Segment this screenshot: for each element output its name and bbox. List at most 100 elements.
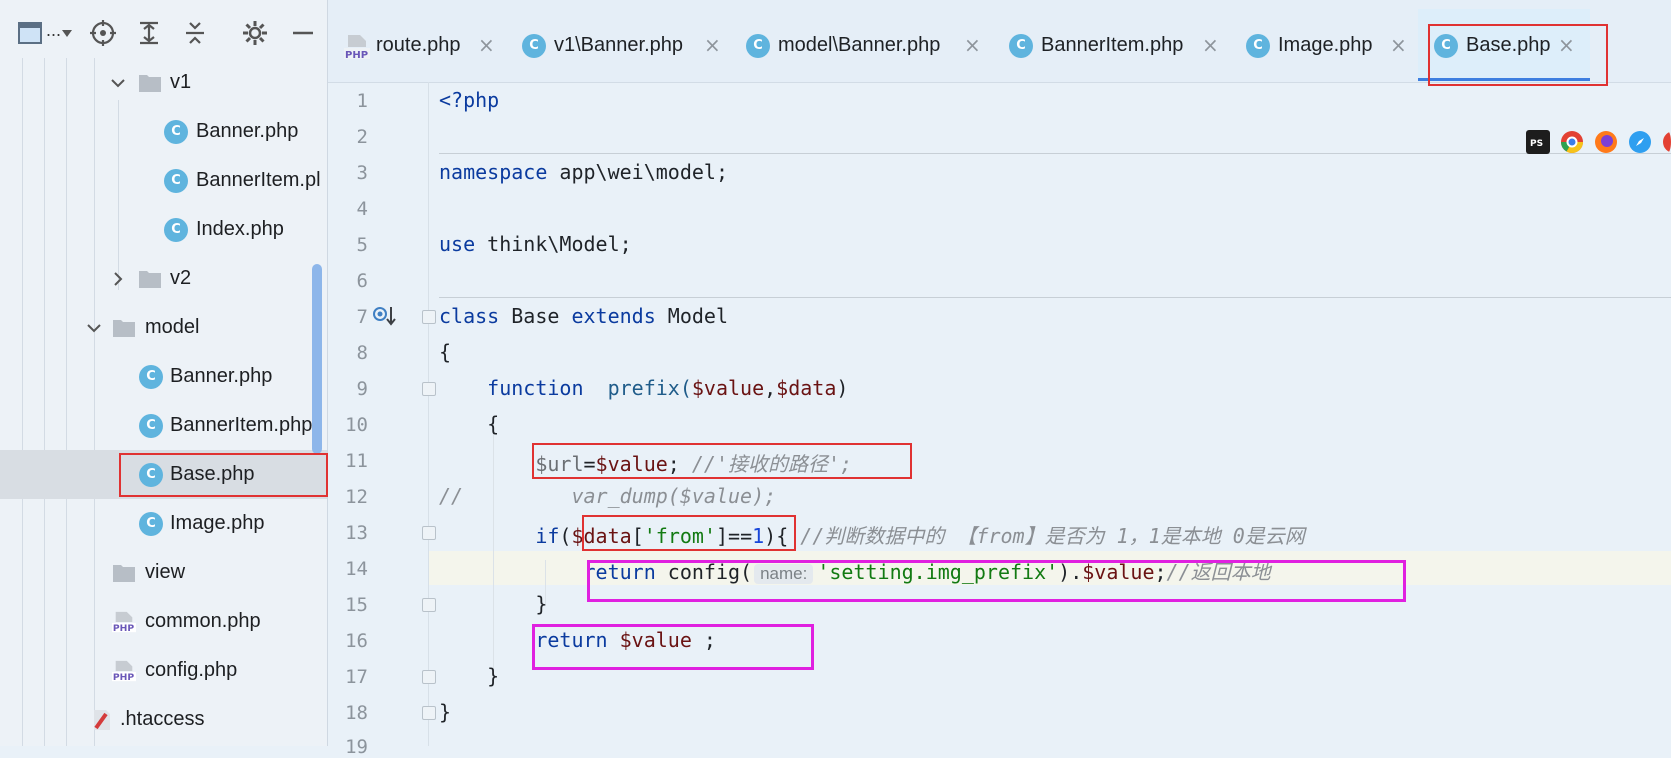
line-number: 19 <box>345 736 368 758</box>
code-line-10[interactable]: { <box>439 412 499 436</box>
tree-file-banner-model[interactable]: Banner.php <box>0 352 327 401</box>
php-class-icon <box>164 120 188 144</box>
parent-class: Model <box>655 304 729 328</box>
close-icon[interactable]: × <box>478 33 495 57</box>
fold-marker[interactable] <box>422 382 436 396</box>
code-line-15[interactable]: } <box>439 592 547 616</box>
php-class-icon <box>139 414 163 438</box>
chevron-right-icon[interactable] <box>110 271 126 287</box>
folder-icon <box>113 565 135 582</box>
folder-icon <box>139 271 161 288</box>
tree-folder-view[interactable]: view <box>0 548 327 597</box>
line-number: 5 <box>356 234 368 256</box>
project-view-label: ... <box>46 20 62 40</box>
close-icon[interactable]: × <box>1202 33 1219 57</box>
tree-file-banneritem-v1[interactable]: BannerItem.pl <box>0 156 327 205</box>
tree-scrollbar[interactable] <box>312 264 322 454</box>
locate-icon[interactable] <box>88 18 118 48</box>
code-line-18[interactable]: } <box>439 700 451 724</box>
minimize-icon[interactable] <box>288 18 318 48</box>
tree-file-banner-v1[interactable]: Banner.php <box>0 107 327 156</box>
firefox-icon[interactable] <box>1594 130 1618 154</box>
tree-item-label: Banner.php <box>170 365 273 387</box>
code-line-13[interactable]: if($data['from']==1){ //判断数据中的 【from】是否为… <box>439 520 1305 549</box>
code-line-17[interactable]: } <box>439 664 499 688</box>
fold-marker[interactable] <box>422 310 436 324</box>
fold-marker[interactable] <box>422 526 436 540</box>
tree-file-htaccess[interactable]: .htaccess <box>0 695 327 744</box>
fold-marker[interactable] <box>422 706 436 720</box>
class-name: Base <box>499 304 572 328</box>
line-number: 4 <box>356 198 368 220</box>
paren: ) <box>836 376 849 400</box>
tree-file-banneritem-model[interactable]: BannerItem.php <box>0 401 327 450</box>
param: $value <box>691 376 765 400</box>
code-line-7[interactable]: class Base extends Model <box>439 304 728 328</box>
method-separator <box>439 297 1671 298</box>
code-line-12[interactable]: // var_dump($value); <box>439 484 776 508</box>
tab-banneritem-php[interactable]: BannerItem.php × <box>1009 20 1219 72</box>
php-badge: PHP <box>113 672 134 683</box>
phpstorm-icon[interactable]: PS <box>1526 130 1550 154</box>
namespace-path: app\wei\model; <box>547 160 728 184</box>
line-number: 13 <box>345 522 368 544</box>
php-file-icon: PHP <box>112 611 136 634</box>
tab-image-php[interactable]: Image.php × <box>1246 20 1411 72</box>
tree-file-common[interactable]: PHP common.php <box>0 597 327 646</box>
tree-item-label: model <box>145 316 200 338</box>
tab-label: Image.php <box>1278 34 1373 56</box>
tab-label: BannerItem.php <box>1041 34 1184 56</box>
tab-model-banner-php[interactable]: model\Banner.php × <box>746 20 986 72</box>
code-line-1[interactable]: <?php <box>439 88 499 112</box>
tree-file-config[interactable]: PHP config.php <box>0 646 327 695</box>
gutter-separator <box>428 82 429 746</box>
php-class-icon <box>746 34 770 58</box>
tree-folder-v1[interactable]: v1 <box>0 58 327 107</box>
tree-file-image[interactable]: Image.php <box>0 499 327 548</box>
project-view-selector[interactable]: ... <box>16 18 72 48</box>
comment: //判断数据中的 【from】是否为 1，1是本地 0是云网 <box>800 524 1305 548</box>
code-line-9[interactable]: function prefix($value,$data) <box>439 376 848 400</box>
line-number: 3 <box>356 162 368 184</box>
tree-item-label: .htaccess <box>120 708 205 730</box>
chevron-down-icon[interactable] <box>110 75 126 91</box>
tree-folder-model[interactable]: model <box>0 303 327 352</box>
comma: , <box>764 376 777 400</box>
code-line-5[interactable]: use think\Model; <box>439 232 632 256</box>
close-icon[interactable]: × <box>964 33 981 57</box>
tab-v1-banner-php[interactable]: v1\Banner.php × <box>522 20 722 72</box>
tree-item-label: Banner.php <box>196 120 299 142</box>
tree-folder-v2[interactable]: v2 <box>0 254 327 303</box>
use-path: think\Model; <box>475 232 632 256</box>
chrome-icon[interactable] <box>1560 130 1584 154</box>
tree-item-label: BannerItem.php <box>170 414 313 436</box>
tree-item-label: v2 <box>170 267 192 289</box>
fold-marker[interactable] <box>422 670 436 684</box>
code-line-8[interactable]: { <box>439 340 451 364</box>
folder-icon <box>113 320 135 337</box>
paren: ( <box>559 524 572 548</box>
tree-item-label: Index.php <box>196 218 284 240</box>
keyword: function <box>487 376 584 400</box>
close-icon[interactable]: × <box>1390 33 1407 57</box>
collapse-all-icon[interactable] <box>180 18 210 48</box>
brace: } <box>439 664 500 688</box>
expand-all-icon[interactable] <box>134 18 164 48</box>
implements-icon[interactable] <box>372 305 398 327</box>
brace: { <box>439 412 500 436</box>
safari-icon[interactable] <box>1628 130 1652 154</box>
gear-icon[interactable] <box>240 18 270 48</box>
keyword: namespace <box>439 160 548 184</box>
close-icon[interactable]: × <box>704 33 721 57</box>
chevron-down-icon <box>62 30 72 37</box>
tab-route-php[interactable]: PHP route.php × <box>344 20 499 72</box>
php-open-tag: <?php <box>439 88 500 112</box>
tree-file-index[interactable]: Index.php <box>0 205 327 254</box>
chevron-down-icon[interactable] <box>86 320 102 336</box>
browser-icon-partial[interactable] <box>1662 130 1671 154</box>
code-line-3[interactable]: namespace app\wei\model; <box>439 160 728 184</box>
fold-marker[interactable] <box>422 598 436 612</box>
